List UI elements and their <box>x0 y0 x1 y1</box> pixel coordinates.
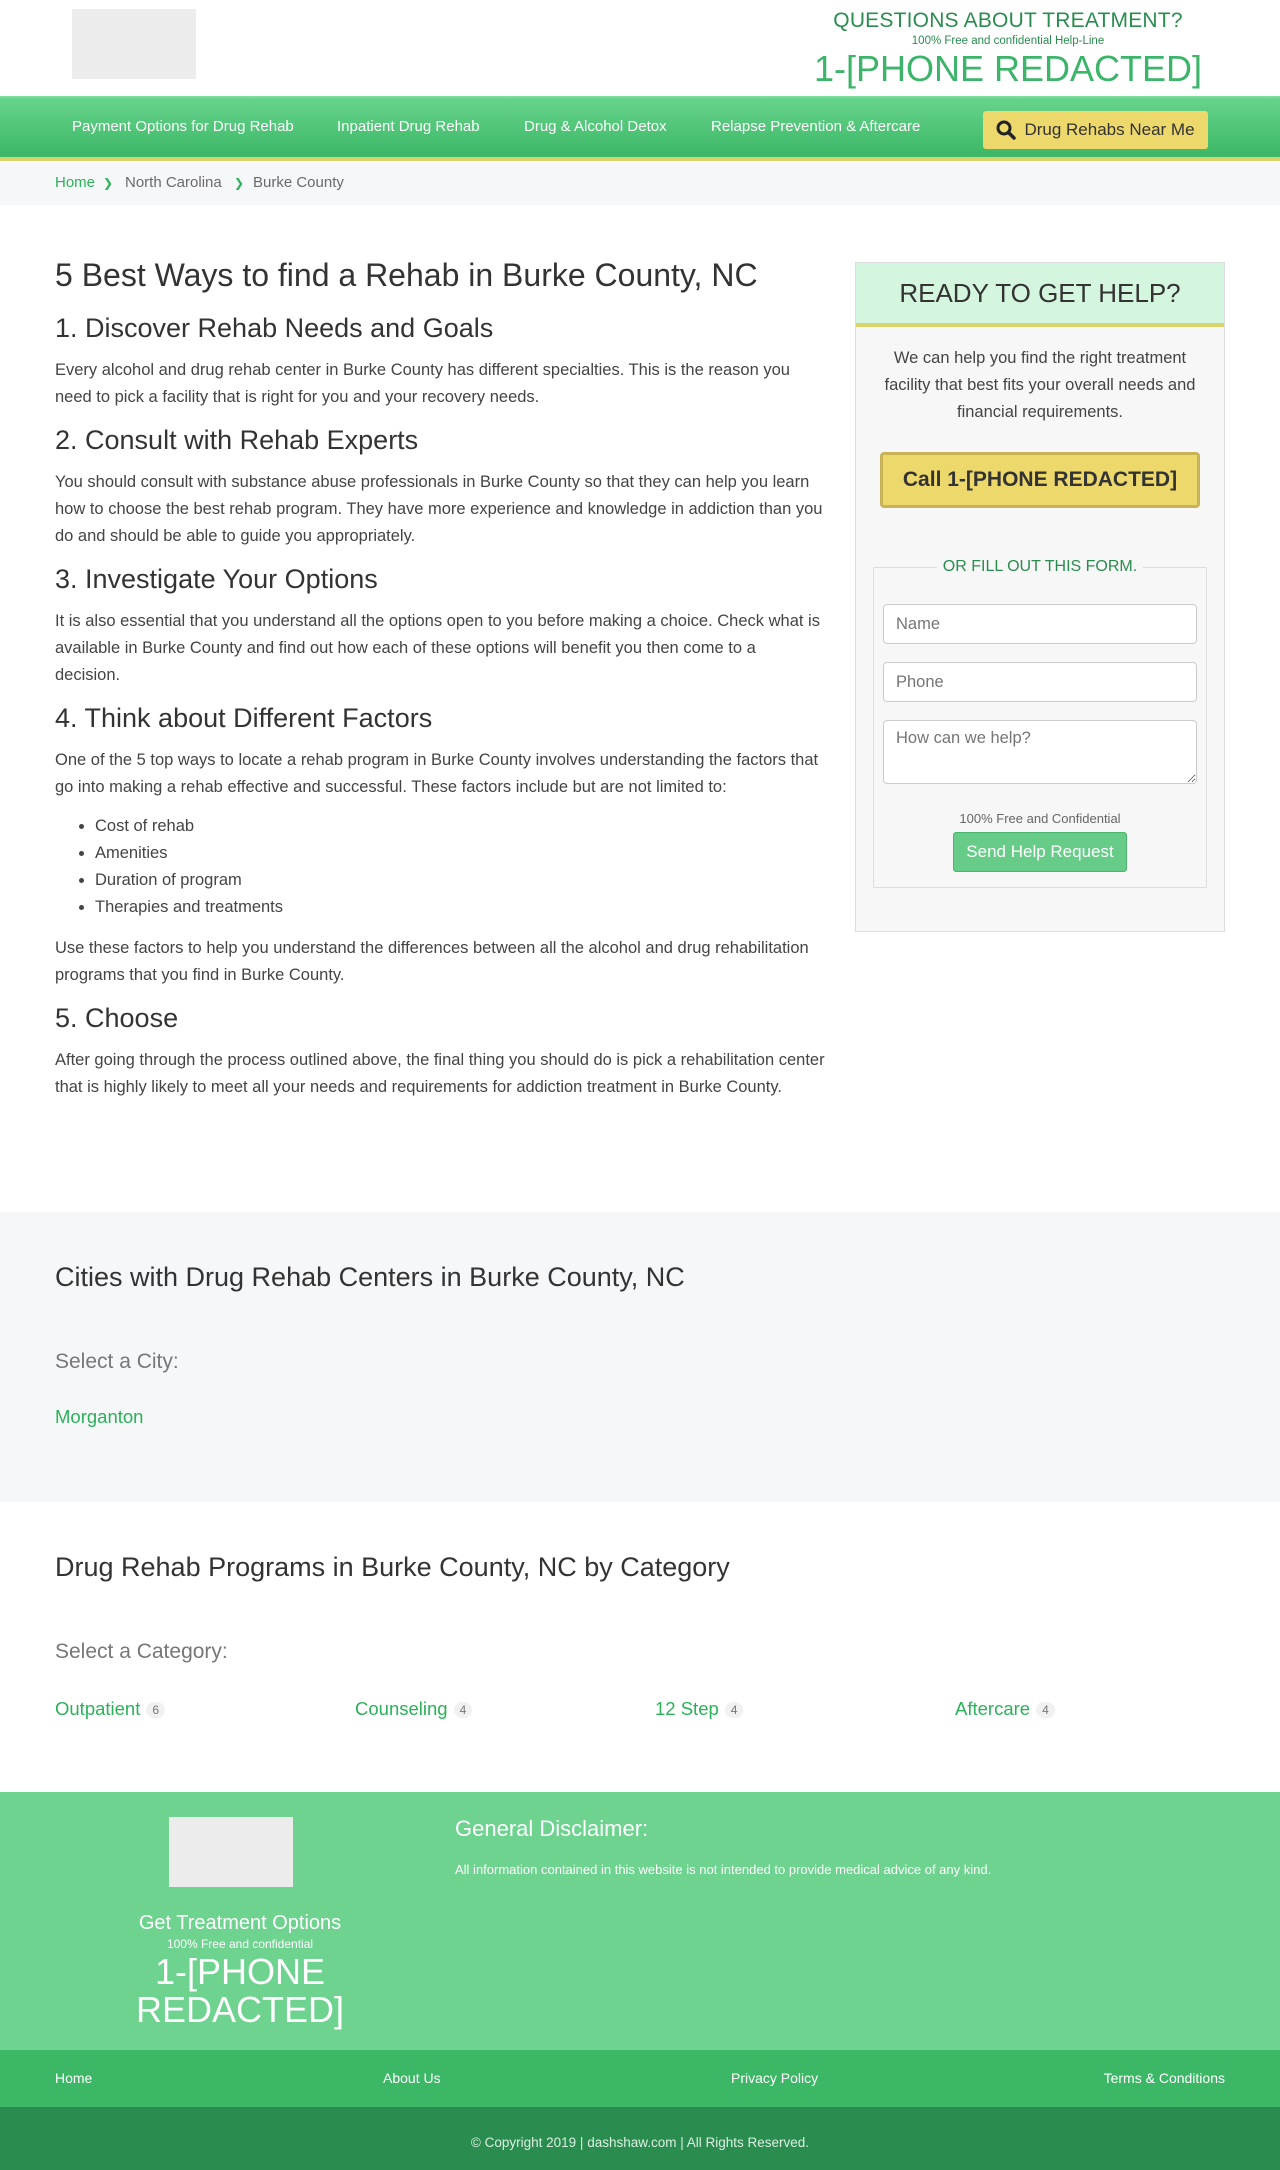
header-contact: QUESTIONS ABOUT TREATMENT? 100% Free and… <box>798 9 1218 89</box>
footer-logo[interactable] <box>169 1817 293 1887</box>
help-message-textarea[interactable] <box>883 720 1197 784</box>
site-logo[interactable] <box>72 9 196 79</box>
category-outpatient[interactable]: Outpatient 6 <box>55 1698 166 1720</box>
category-label: Aftercare <box>955 1698 1031 1719</box>
category-12-step[interactable]: 12 Step 4 <box>655 1698 744 1720</box>
list-item: Therapies and treatments <box>95 894 825 921</box>
drug-rehabs-near-me-button[interactable]: Drug Rehabs Near Me <box>983 111 1208 149</box>
select-category-label: Select a Category: <box>55 1640 228 1663</box>
list-item: Duration of program <box>95 867 825 894</box>
send-help-request-button[interactable]: Send Help Request <box>953 832 1127 872</box>
name-input[interactable] <box>883 604 1197 644</box>
footer-link-privacy[interactable]: Privacy Policy <box>731 2070 818 2086</box>
footer-link-terms[interactable]: Terms & Conditions <box>1104 2070 1225 2086</box>
breadcrumb-north-carolina[interactable]: North Carolina <box>125 174 222 191</box>
get-treatment-heading: Get Treatment Options <box>138 1912 342 1934</box>
footer-links: Home About Us Privacy Policy Terms & Con… <box>0 2050 1280 2107</box>
nav-item-payment-options[interactable]: Payment Options for Drug Rehab <box>72 118 294 135</box>
category-counseling[interactable]: Counseling 4 <box>355 1698 473 1720</box>
questions-heading: QUESTIONS ABOUT TREATMENT? <box>833 9 1183 32</box>
copyright: © Copyright 2019 | dashshaw.com | All Ri… <box>0 2107 1280 2170</box>
help-form: OR FILL OUT THIS FORM. 100% Free and Con… <box>873 558 1207 888</box>
chevron-right-icon: ❯ <box>234 176 245 190</box>
footer: Get Treatment Options 100% Free and conf… <box>0 1792 1280 2050</box>
section-text: You should consult with substance abuse … <box>55 473 823 545</box>
disclaimer-text: All information contained in this websit… <box>455 1862 992 1877</box>
sidebar-title: READY TO GET HELP? <box>856 263 1224 327</box>
footer-phone-link[interactable]: 1-[PHONE REDACTED] <box>100 1953 380 2029</box>
cities-section: Cities with Drug Rehab Centers in Burke … <box>0 1212 1280 1502</box>
footer-link-home[interactable]: Home <box>55 2070 92 2086</box>
header-phone-link[interactable]: 1-[PHONE REDACTED] <box>798 49 1218 89</box>
call-button[interactable]: Call 1-[PHONE REDACTED] <box>880 452 1200 508</box>
phone-input[interactable] <box>883 662 1197 702</box>
search-button-label: Drug Rehabs Near Me <box>1024 120 1195 139</box>
list-item: Cost of rehab <box>95 813 825 840</box>
count-badge: 4 <box>453 1702 473 1719</box>
breadcrumb: Home ❯ North Carolina ❯ Burke County <box>0 161 1280 205</box>
article: 5 Best Ways to find a Rehab in Burke Cou… <box>55 255 825 1113</box>
footer-contact: Get Treatment Options 100% Free and conf… <box>100 1912 380 2029</box>
city-link-morganton[interactable]: Morganton <box>55 1406 143 1428</box>
category-label: Counseling <box>355 1698 448 1719</box>
help-sidebar: READY TO GET HELP? We can help you find … <box>855 262 1225 932</box>
category-label: Outpatient <box>55 1698 141 1719</box>
categories-section: Drug Rehab Programs in Burke County, NC … <box>0 1502 1280 1792</box>
section-text: Every alcohol and drug rehab center in B… <box>55 361 790 406</box>
section-heading: 2. Consult with Rehab Experts <box>55 425 419 455</box>
factors-list: Cost of rehab Amenities Duration of prog… <box>95 813 825 921</box>
section-heading: 5. Choose <box>55 1003 179 1033</box>
section-heading: 1. Discover Rehab Needs and Goals <box>55 313 494 343</box>
chevron-right-icon: ❯ <box>103 176 114 190</box>
count-badge: 4 <box>1036 1702 1055 1719</box>
nav-item-inpatient[interactable]: Inpatient Drug Rehab <box>337 118 480 135</box>
footer-link-about[interactable]: About Us <box>383 2070 441 2086</box>
categories-heading: Drug Rehab Programs in Burke County, NC … <box>55 1552 730 1582</box>
cities-heading: Cities with Drug Rehab Centers in Burke … <box>55 1262 685 1292</box>
section-text: It is also essential that you understand… <box>55 612 820 684</box>
select-city-label: Select a City: <box>55 1350 179 1373</box>
list-item: Amenities <box>95 840 825 867</box>
section-text: Use these factors to help you understand… <box>55 939 809 984</box>
section-heading: 3. Investigate Your Options <box>55 564 378 594</box>
count-badge: 6 <box>146 1702 166 1719</box>
free-confidential-note: 100% Free and Confidential <box>959 811 1121 826</box>
form-legend: OR FILL OUT THIS FORM. <box>942 558 1138 575</box>
category-aftercare[interactable]: Aftercare 4 <box>955 1698 1055 1720</box>
main-nav: Payment Options for Drug Rehab Inpatient… <box>0 96 1280 161</box>
breadcrumb-home[interactable]: Home <box>55 174 95 191</box>
main-content: 5 Best Ways to find a Rehab in Burke Cou… <box>0 205 1280 1212</box>
section-heading: 4. Think about Different Factors <box>55 703 433 733</box>
breadcrumb-burke-county: Burke County <box>253 174 344 191</box>
helpline-subtitle: 100% Free and confidential Help-Line <box>911 35 1105 47</box>
search-icon <box>996 120 1017 140</box>
category-label: 12 Step <box>655 1698 719 1719</box>
section-text: After going through the process outlined… <box>55 1051 825 1096</box>
nav-item-relapse-prevention[interactable]: Relapse Prevention & Aftercare <box>711 118 920 135</box>
nav-item-detox[interactable]: Drug & Alcohol Detox <box>524 118 667 135</box>
footer-free-note: 100% Free and confidential <box>166 1937 314 1951</box>
page-title: 5 Best Ways to find a Rehab in Burke Cou… <box>55 257 758 293</box>
footer-disclaimer: General Disclaimer: All information cont… <box>455 1816 1225 1877</box>
sidebar-text: We can help you find the right treatment… <box>884 349 1196 421</box>
section-text: One of the 5 top ways to locate a rehab … <box>55 751 819 796</box>
disclaimer-heading: General Disclaimer: <box>455 1816 649 1841</box>
site-header: QUESTIONS ABOUT TREATMENT? 100% Free and… <box>0 0 1280 96</box>
count-badge: 4 <box>724 1702 744 1719</box>
